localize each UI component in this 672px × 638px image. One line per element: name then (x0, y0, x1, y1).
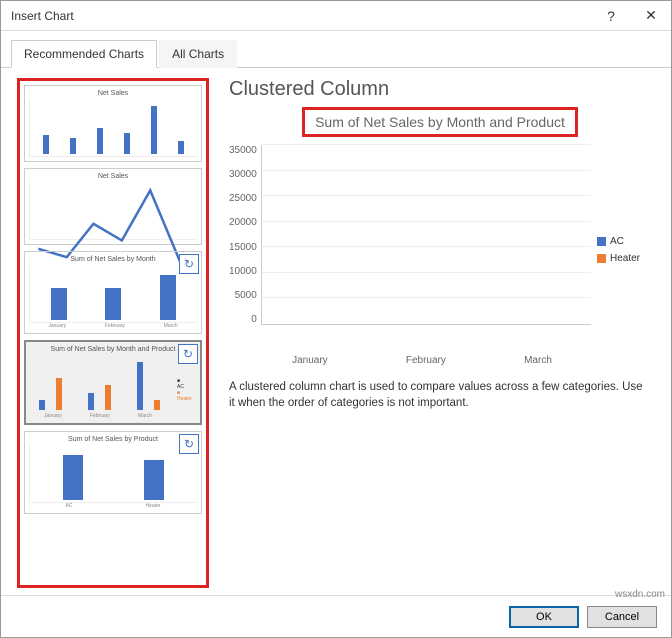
tab-recommended[interactable]: Recommended Charts (11, 40, 157, 68)
thumb-sum-month-product[interactable]: ↻ Sum of Net Sales by Month and Product … (24, 340, 202, 425)
mini-chart (29, 265, 197, 323)
mini-chart (29, 99, 197, 157)
legend: AC Heater (591, 145, 651, 355)
mini-chart (29, 445, 197, 503)
dialog-footer: OK Cancel (1, 595, 671, 637)
thumbnail-list[interactable]: Net Sales Net Sales ↻ Sum of Net Sal (24, 85, 202, 581)
thumb-title: Sum of Net Sales by Month and Product (30, 346, 196, 353)
thumb-sum-product[interactable]: ↻ Sum of Net Sales by Product ACHeater (24, 431, 202, 514)
thumbnail-panel: Net Sales Net Sales ↻ Sum of Net Sal (24, 85, 202, 581)
cancel-button[interactable]: Cancel (587, 606, 657, 628)
dialog-title: Insert Chart (11, 9, 74, 23)
mini-xaxis: ACHeater (29, 503, 197, 509)
thumb-title: Net Sales (29, 90, 197, 97)
insert-chart-dialog: Insert Chart ? ✕ Recommended Charts All … (0, 0, 672, 638)
thumb-line[interactable]: Net Sales (24, 168, 202, 245)
chart-preview: 35000 30000 25000 20000 15000 10000 5000… (229, 145, 651, 355)
close-button[interactable]: ✕ (631, 1, 671, 30)
thumbnail-highlight: Net Sales Net Sales ↻ Sum of Net Sal (17, 78, 209, 588)
tab-all-charts[interactable]: All Charts (159, 40, 237, 68)
legend-ac: AC (597, 236, 651, 247)
legend-heater: Heater (597, 253, 651, 264)
plot-area (261, 145, 591, 325)
thumb-clustered-bar-1[interactable]: Net Sales (24, 85, 202, 162)
thumb-sum-month[interactable]: ↻ Sum of Net Sales by Month JanuaryFebru… (24, 251, 202, 334)
tab-bar: Recommended Charts All Charts (1, 31, 671, 68)
x-axis: January February March (253, 355, 591, 366)
chart-type-label: Clustered Column (229, 78, 651, 101)
chart-description: A clustered column chart is used to comp… (229, 380, 651, 411)
dialog-body: Net Sales Net Sales ↻ Sum of Net Sal (1, 68, 671, 595)
preview-panel: Clustered Column Sum of Net Sales by Mon… (209, 78, 661, 585)
chart-title: Sum of Net Sales by Month and Product (302, 107, 578, 137)
mini-xaxis: JanuaryFebruaryMarch (30, 413, 196, 419)
thumb-title: Sum of Net Sales by Month (29, 256, 197, 263)
titlebar: Insert Chart ? ✕ (1, 1, 671, 31)
mini-xaxis: JanuaryFebruaryMarch (29, 323, 197, 329)
mini-legend: ■ AC ■ Heater (177, 378, 192, 402)
thumb-title: Sum of Net Sales by Product (29, 436, 197, 443)
ok-button[interactable]: OK (509, 606, 579, 628)
mini-chart: ■ AC ■ Heater (30, 355, 196, 413)
mini-chart (29, 182, 197, 240)
watermark: wsxdn.com (615, 589, 665, 600)
y-axis: 35000 30000 25000 20000 15000 10000 5000… (229, 145, 261, 325)
thumb-title: Net Sales (29, 173, 197, 180)
window-controls: ? ✕ (591, 1, 671, 30)
help-button[interactable]: ? (591, 1, 631, 30)
